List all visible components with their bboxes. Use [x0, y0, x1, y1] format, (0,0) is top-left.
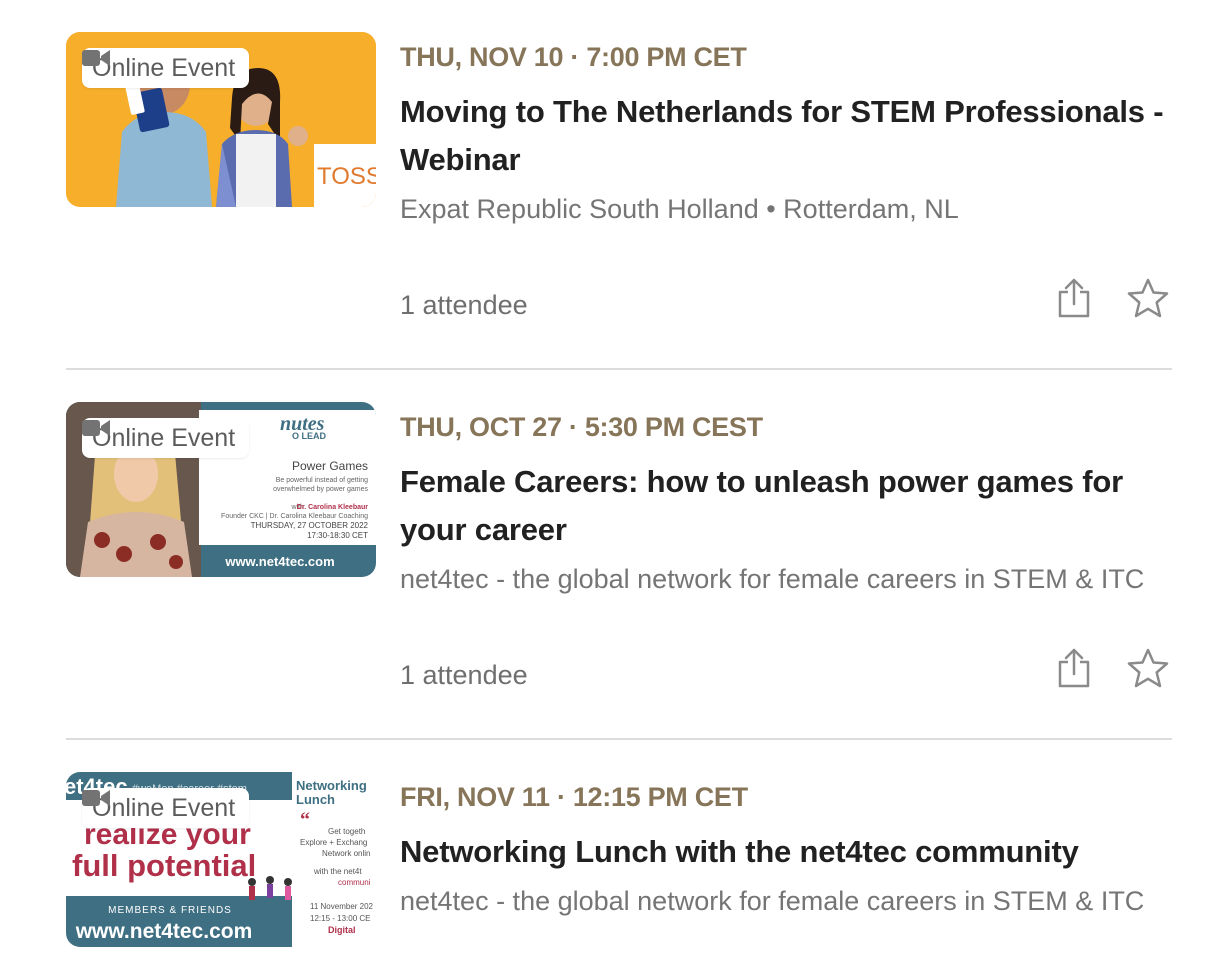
thumb-side-line: Digital [328, 925, 356, 935]
event-date: THU, OCT 27 · 5:30 PM CEST [400, 412, 763, 442]
thumb-members: MEMBERS & FRIENDS [108, 905, 232, 916]
thumb-line: Founder CKC | Dr. Carolina Kleebaur Coac… [221, 513, 368, 520]
video-camera-icon [82, 50, 110, 66]
thumb-subheading: O LEAD [292, 431, 327, 441]
share-button[interactable] [1052, 276, 1096, 320]
thumb-side-line: Explore + Exchang [300, 838, 367, 847]
share-icon [1058, 278, 1090, 318]
thumb-side-line: Get togeth [328, 827, 365, 836]
thumb-side-line: with the net4t [313, 867, 362, 876]
event-title[interactable]: Moving to The Netherlands for STEM Profe… [400, 88, 1172, 184]
thumb-line: overwhelmed by power games [273, 486, 368, 493]
event-title[interactable]: Female Careers: how to unleash power gam… [400, 458, 1172, 554]
save-star-button[interactable] [1126, 646, 1170, 690]
event-thumbnail[interactable]: TOSS Online Event [66, 32, 376, 207]
online-event-badge: Online Event [82, 788, 250, 828]
event-group: net4tec - the global network for female … [400, 886, 1145, 916]
thumb-line: 17:30-18:30 CET [307, 531, 368, 540]
event-card[interactable]: TOSS Online Event THU, NOV 10 · 7:00 PM … [66, 32, 1172, 369]
video-camera-icon [82, 420, 110, 436]
thumb-side-line: 11 November 202 [310, 902, 374, 911]
thumb-topic: Power Games [292, 459, 368, 473]
svg-text:“: “ [300, 809, 310, 831]
thumb-line: THURSDAY, 27 OCTOBER 2022 [251, 521, 369, 530]
share-icon [1058, 648, 1090, 688]
thumb-speaker: Dr. Carolina Kleebaur [297, 504, 368, 511]
thumb-side-line: communi [338, 878, 371, 887]
badge-label: Online Event [92, 423, 236, 452]
event-group: Expat Republic South Holland • Rotterdam… [400, 194, 959, 224]
online-event-badge: Online Event [82, 418, 250, 458]
thumb-side-line: Network onlin [322, 849, 370, 858]
thumb-line: Be powerful instead of getting [276, 477, 368, 484]
divider [66, 368, 1172, 370]
share-button[interactable] [1052, 646, 1096, 690]
attendee-count: 1 attendee [400, 660, 528, 690]
event-title[interactable]: Networking Lunch with the net4tec commun… [400, 828, 1172, 876]
online-event-badge: Online Event [82, 48, 250, 88]
thumb-side-line: 12:15 - 13:00 CE [310, 914, 370, 923]
star-icon [1127, 648, 1169, 688]
thumb-brand-text: TOSS [317, 163, 376, 190]
event-date: THU, NOV 10 · 7:00 PM CET [400, 42, 747, 72]
thumb-side-title: Lunch [296, 792, 335, 807]
thumb-side-title: Networking [296, 778, 367, 793]
event-date: FRI, NOV 11 · 12:15 PM CET [400, 782, 748, 812]
event-card[interactable]: et4tec #weMen #career #stem realize your… [66, 772, 1172, 958]
star-icon [1127, 278, 1169, 318]
badge-label: Online Event [92, 53, 236, 82]
event-group: net4tec - the global network for female … [400, 564, 1145, 594]
attendee-count: 1 attendee [400, 290, 528, 320]
thumb-headline: full potential [72, 848, 256, 883]
event-thumbnail[interactable]: et4tec #weMen #career #stem realize your… [66, 772, 376, 947]
badge-label: Online Event [92, 793, 236, 822]
thumb-url: www.net4tec.com [75, 920, 253, 943]
save-star-button[interactable] [1126, 276, 1170, 320]
divider [66, 738, 1172, 740]
thumb-url: www.net4tec.com [224, 554, 334, 569]
video-camera-icon [82, 790, 110, 806]
event-card[interactable]: nutes O LEAD Power Games Be powerful ins… [66, 402, 1172, 740]
event-thumbnail[interactable]: nutes O LEAD Power Games Be powerful ins… [66, 402, 376, 577]
